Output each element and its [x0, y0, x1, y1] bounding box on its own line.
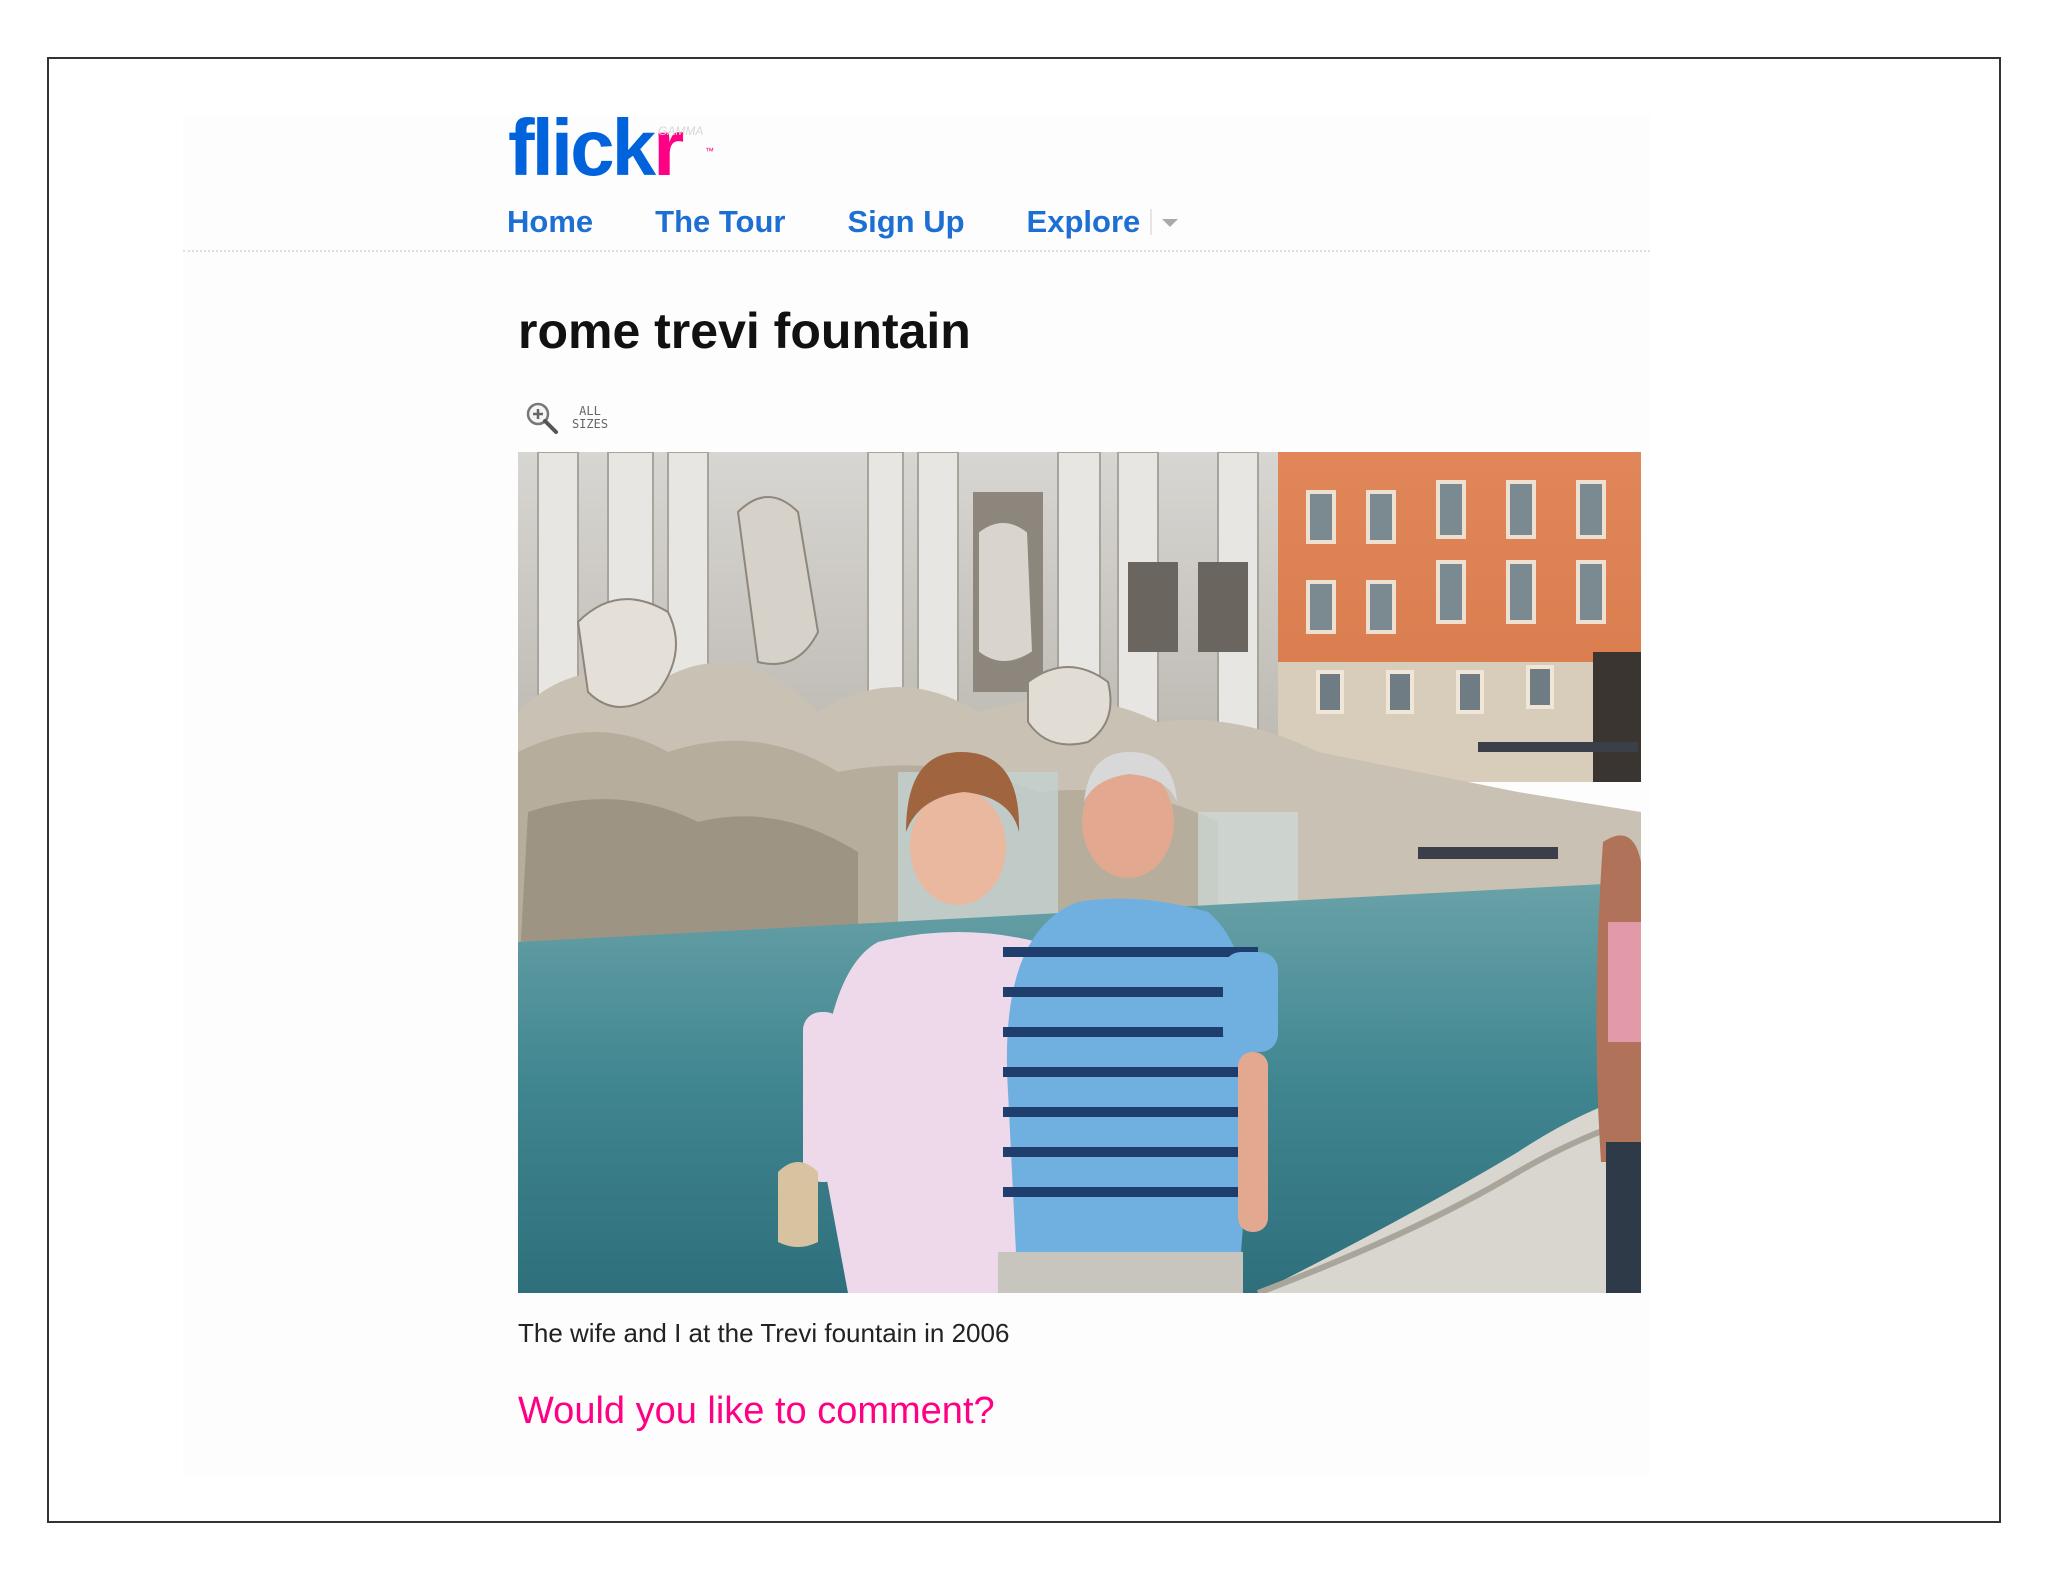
magnifier-plus-icon: [526, 402, 558, 434]
photo-title: rome trevi fountain: [518, 303, 971, 359]
logo-text-pink: r: [653, 103, 684, 192]
nav-explore[interactable]: Explore: [1027, 204, 1141, 240]
logo-superscript: GAMMA: [658, 124, 704, 138]
comment-link[interactable]: Would you like to comment?: [518, 1390, 995, 1433]
all-sizes-button[interactable]: ALL SIZES: [524, 400, 612, 436]
logo-trademark: ™: [705, 146, 714, 156]
nav-home[interactable]: Home: [507, 204, 593, 240]
flickr-logo[interactable]: flickr: [508, 108, 684, 188]
main-photo[interactable]: [518, 452, 1641, 1293]
trevi-fountain-photo: [518, 452, 1641, 1293]
photo-caption: The wife and I at the Trevi fountain in …: [518, 1318, 1010, 1348]
all-sizes-label: ALL SIZES: [568, 405, 612, 431]
all-sizes-line2: SIZES: [571, 417, 609, 431]
nav-sign-up[interactable]: Sign Up: [847, 204, 964, 240]
nav-the-tour[interactable]: The Tour: [655, 204, 785, 240]
logo-text-blue: flick: [508, 103, 656, 192]
main-nav: Home The Tour Sign Up Explore: [507, 202, 1179, 242]
caret-down-icon[interactable]: [1162, 219, 1179, 227]
header-divider: [183, 250, 1650, 252]
nav-separator: [1150, 209, 1153, 235]
